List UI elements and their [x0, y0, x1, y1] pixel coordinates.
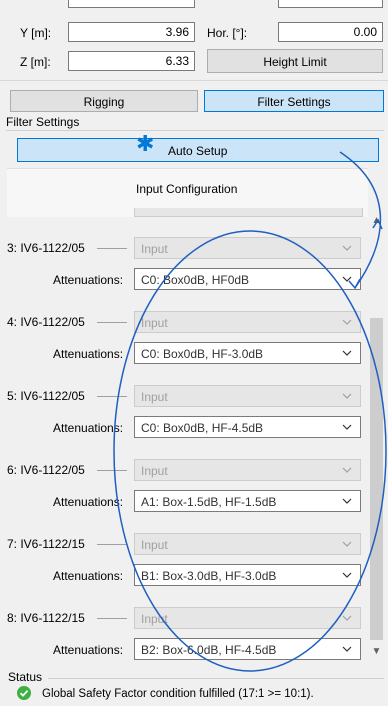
- attenuation-value: B2: Box-6.0dB, HF-4.5dB: [141, 643, 277, 657]
- cut-combo: [134, 208, 363, 217]
- channel-connector: [97, 322, 127, 323]
- input-configuration-title: Input Configuration: [136, 182, 238, 196]
- channel-name: 6: IV6-1122/05: [7, 463, 85, 477]
- input-select-value: Input: [141, 316, 168, 330]
- attenuations-label: Attenuations:: [53, 347, 124, 361]
- y-field[interactable]: 3.96: [68, 22, 195, 42]
- attenuation-value: C0: Box0dB, HF0dB: [141, 273, 250, 287]
- channel-name: 8: IV6-1122/15: [7, 611, 85, 625]
- status-title: Status: [8, 670, 43, 684]
- channel-name: 3: IV6-1122/05: [7, 241, 85, 255]
- group-line: [6, 130, 384, 131]
- attenuations-label: Attenuations:: [53, 569, 124, 583]
- status-line: [48, 678, 384, 679]
- attenuation-value: B1: Box-3.0dB, HF-3.0dB: [141, 569, 277, 583]
- channel-connector: [97, 544, 127, 545]
- attenuation-select[interactable]: A1: Box-1.5dB, HF-1.5dB: [134, 490, 361, 512]
- attenuations-label: Attenuations:: [53, 643, 124, 657]
- attenuation-select[interactable]: C0: Box0dB, HF-4.5dB: [134, 416, 361, 438]
- input-select[interactable]: Input: [134, 459, 361, 481]
- height-limit-button[interactable]: Height Limit: [207, 49, 383, 73]
- input-select[interactable]: Input: [134, 237, 361, 259]
- input-select-value: Input: [141, 242, 168, 256]
- status-message: Global Safety Factor condition fulfilled…: [42, 688, 314, 700]
- tab-filter-settings[interactable]: Filter Settings: [204, 90, 384, 112]
- divider: [0, 80, 388, 81]
- input-select-value: Input: [141, 390, 168, 404]
- y-label: Y [m]:: [20, 26, 52, 40]
- input-select-value: Input: [141, 538, 168, 552]
- channel-connector: [97, 470, 127, 471]
- attenuation-value: A1: Box-1.5dB, HF-1.5dB: [141, 495, 277, 509]
- scroll-up-icon[interactable]: ▲: [368, 215, 385, 232]
- x-field-cut[interactable]: [68, 0, 195, 8]
- auto-setup-label: Auto Setup: [168, 144, 228, 158]
- attenuation-select[interactable]: B1: Box-3.0dB, HF-3.0dB: [134, 564, 361, 586]
- input-select[interactable]: Input: [134, 311, 361, 333]
- scroll-down-icon[interactable]: ▼: [368, 646, 385, 663]
- input-select[interactable]: Input: [134, 385, 361, 407]
- input-select-value: Input: [141, 612, 168, 626]
- z-label: Z [m]:: [20, 55, 51, 69]
- scrollbar-thumb[interactable]: [370, 318, 383, 640]
- attenuation-select[interactable]: B2: Box-6.0dB, HF-4.5dB: [134, 638, 361, 660]
- input-select[interactable]: Input: [134, 533, 361, 555]
- check-icon: [17, 686, 31, 700]
- channel-connector: [97, 248, 127, 249]
- vert-field-cut[interactable]: [278, 0, 383, 8]
- input-select[interactable]: Input: [134, 607, 361, 629]
- attenuations-label: Attenuations:: [53, 495, 124, 509]
- attenuations-label: Attenuations:: [53, 421, 124, 435]
- attenuation-select[interactable]: C0: Box0dB, HF-3.0dB: [134, 342, 361, 364]
- attenuations-label: Attenuations:: [53, 273, 124, 287]
- channel-connector: [97, 396, 127, 397]
- hor-label: Hor. [°]:: [207, 26, 248, 40]
- filter-group-title: Filter Settings: [6, 115, 80, 129]
- z-field[interactable]: 6.33: [68, 51, 195, 71]
- auto-setup-star-icon: ✱: [136, 131, 155, 156]
- tab-rigging[interactable]: Rigging: [10, 90, 198, 112]
- input-select-value: Input: [141, 464, 168, 478]
- annotation-ellipse: [113, 230, 387, 672]
- channel-name: 5: IV6-1122/05: [7, 389, 85, 403]
- channel-connector: [97, 618, 127, 619]
- attenuation-value: C0: Box0dB, HF-4.5dB: [141, 421, 264, 435]
- attenuation-value: C0: Box0dB, HF-3.0dB: [141, 347, 264, 361]
- channel-name: 4: IV6-1122/05: [7, 315, 85, 329]
- hor-field[interactable]: 0.00: [278, 22, 383, 42]
- attenuation-select[interactable]: C0: Box0dB, HF0dB: [134, 268, 361, 290]
- channel-name: 7: IV6-1122/15: [7, 537, 85, 551]
